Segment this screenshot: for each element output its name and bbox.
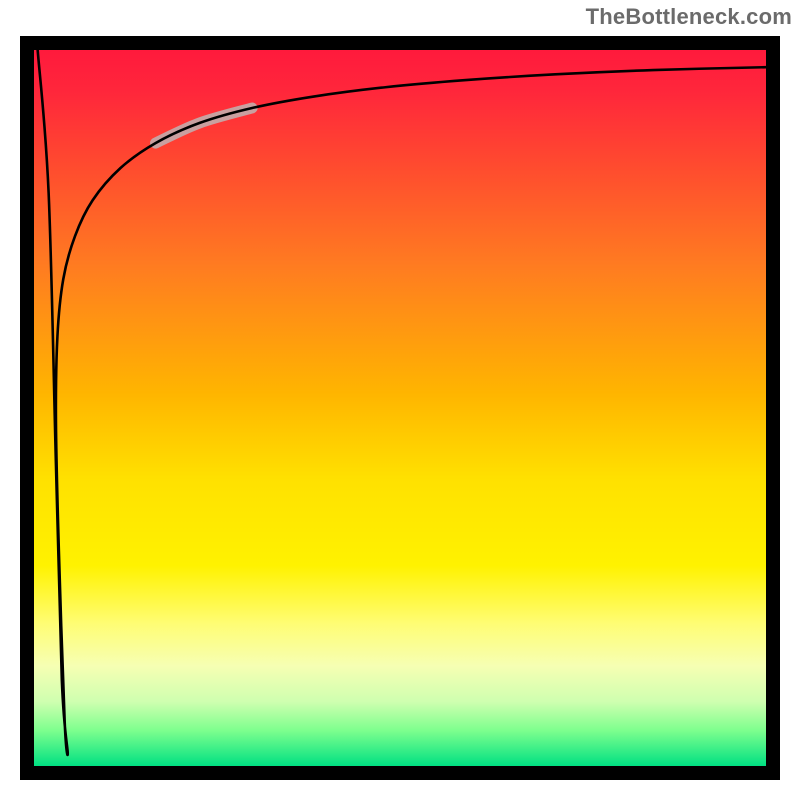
highlight-segment xyxy=(156,108,253,143)
plot-area xyxy=(20,36,780,780)
chart-container: TheBottleneck.com xyxy=(0,0,800,800)
chart-svg xyxy=(34,50,766,766)
bottleneck-curve xyxy=(38,50,766,755)
watermark-label: TheBottleneck.com xyxy=(586,4,792,30)
